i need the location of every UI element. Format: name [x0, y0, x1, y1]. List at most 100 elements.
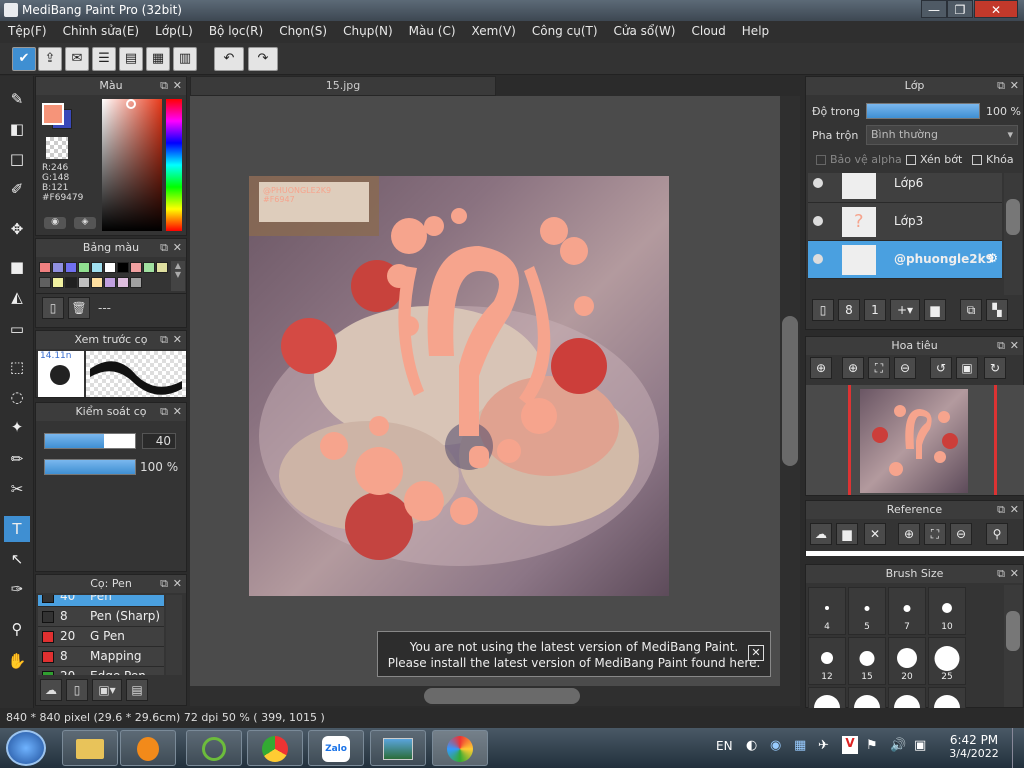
menu-edit[interactable]: Chỉnh sửa(E) — [55, 21, 148, 38]
network-offline-icon[interactable]: ▣ — [914, 738, 926, 753]
share-icon[interactable]: ⇪ — [38, 47, 62, 71]
hand-tool-icon[interactable]: ✋ — [4, 648, 30, 674]
palette-swatch[interactable] — [39, 277, 51, 288]
brush-size-option[interactable]: 4 — [808, 587, 846, 635]
brush-size-option[interactable]: 12 — [808, 637, 846, 685]
magic-wand-icon[interactable]: ✦ — [4, 414, 30, 440]
brush-size-option[interactable]: 7 — [888, 587, 926, 635]
palette-swatch[interactable] — [117, 262, 129, 273]
close-icon[interactable]: ✕ — [173, 77, 182, 95]
document-tab[interactable]: 15.jpg — [190, 76, 496, 96]
palette-swatch[interactable] — [65, 262, 77, 273]
photos-icon[interactable] — [370, 730, 426, 766]
ref-fit-icon[interactable]: ⛶ — [924, 523, 946, 545]
canvas-vertical-scrollbar[interactable] — [780, 96, 800, 688]
brush-item-pen-sharp[interactable]: 8 Pen (Sharp) — [38, 607, 164, 627]
palette-swatch[interactable] — [143, 262, 155, 273]
eraser-tool-icon[interactable]: ◧ — [4, 116, 30, 142]
canvas-horizontal-scrollbar[interactable] — [190, 686, 800, 706]
chrome-icon[interactable] — [247, 730, 303, 766]
popout-icon[interactable]: ⧉ — [160, 575, 168, 593]
brush-size-option[interactable] — [928, 687, 966, 709]
undo-button[interactable]: ↶ — [214, 47, 244, 71]
divide-tool-icon[interactable]: ✑ — [4, 576, 30, 602]
lasso-tool-icon[interactable]: ◌ — [4, 384, 30, 410]
popout-icon[interactable]: ⧉ — [160, 403, 168, 421]
menu-file[interactable]: Tệp(F) — [0, 21, 55, 38]
palette-swatch[interactable] — [91, 262, 103, 273]
operation-tool-icon[interactable]: ↖ — [4, 546, 30, 572]
fit-window-icon[interactable]: ⛶ — [868, 357, 890, 379]
rectangle-tool-icon[interactable]: ■ — [4, 254, 30, 280]
brush-settings-icon[interactable]: ▤ — [126, 679, 148, 701]
layout-icon[interactable]: ▦ — [146, 47, 170, 71]
palette-swatch[interactable] — [156, 262, 168, 273]
close-icon[interactable]: ✕ — [173, 403, 182, 421]
rotate-left-icon[interactable]: ↺ — [930, 357, 952, 379]
close-icon[interactable]: ✕ — [1010, 565, 1019, 583]
brush-size-option[interactable]: 20 — [888, 637, 926, 685]
brush-size-option[interactable]: 10 — [928, 587, 966, 635]
close-icon[interactable]: ✕ — [1010, 337, 1019, 355]
new-layer-icon[interactable]: ▯ — [812, 299, 834, 321]
clipping-checkbox[interactable] — [906, 155, 916, 165]
eye-icon[interactable] — [813, 178, 823, 188]
select-eraser-icon[interactable]: ✂ — [4, 476, 30, 502]
layer-list-scrollbar[interactable] — [1004, 173, 1022, 295]
menu-snap[interactable]: Chụp(N) — [335, 21, 401, 38]
speech-bubble-icon[interactable]: ☰ — [92, 47, 116, 71]
close-button[interactable]: ✕ — [974, 0, 1018, 18]
palette-swatch[interactable] — [104, 262, 116, 273]
popout-icon[interactable]: ⧉ — [997, 565, 1005, 583]
brush-size-option[interactable] — [808, 687, 846, 709]
ref-zoom-out-icon[interactable]: ⊖ — [950, 523, 972, 545]
popout-icon[interactable]: ⧉ — [997, 337, 1005, 355]
palette-swatch[interactable] — [130, 277, 142, 288]
cloud-upload-icon[interactable]: ☁ — [810, 523, 832, 545]
flag-tray-icon[interactable]: ⚑ — [866, 738, 878, 753]
brush-size-option[interactable] — [848, 687, 886, 709]
menu-tools[interactable]: Công cụ(T) — [524, 21, 606, 38]
rotate-right-icon[interactable]: ↻ — [984, 357, 1006, 379]
artwork-canvas[interactable]: @PHUONGLE2K9 #F6947 — [249, 176, 669, 596]
notice-close-button[interactable]: ✕ — [748, 645, 764, 661]
duplicate-layer-icon[interactable]: ⧉ — [960, 299, 982, 321]
brush-size-scrollbar[interactable] — [1004, 585, 1022, 707]
dot-tool-icon[interactable]: □ — [4, 146, 30, 172]
palette-swatch[interactable] — [78, 277, 90, 288]
layer-item-layer6[interactable]: Lớp6 — [808, 173, 1002, 203]
speaker-icon[interactable]: 🔊 — [890, 738, 906, 753]
eye-icon[interactable] — [813, 254, 823, 264]
gear-icon[interactable]: ⚙ — [987, 251, 998, 265]
text-tool-icon[interactable]: T — [4, 516, 30, 542]
popout-icon[interactable]: ⧉ — [997, 501, 1005, 519]
menu-color[interactable]: Màu (C) — [401, 21, 464, 38]
brush-size-slider[interactable] — [44, 433, 136, 449]
new-1bit-layer-icon[interactable]: 1 — [864, 299, 886, 321]
brush-size-option[interactable]: 25 — [928, 637, 966, 685]
document-icon[interactable]: ▤ — [119, 47, 143, 71]
cloud-brush-icon[interactable]: ☁ — [40, 679, 62, 701]
brush-tool-icon[interactable]: ✎ — [4, 86, 30, 112]
eyedropper-tool-icon[interactable]: ⚲ — [4, 616, 30, 642]
brush-opacity-slider[interactable] — [44, 459, 136, 475]
language-indicator[interactable]: EN — [716, 739, 733, 753]
antivirus-tray-icon[interactable]: V — [842, 736, 858, 754]
zalo-tray-icon[interactable]: ◉ — [770, 738, 781, 753]
file-explorer-icon[interactable] — [62, 730, 118, 766]
menu-cloud[interactable]: Cloud — [684, 21, 734, 38]
color-picker-cursor[interactable] — [126, 99, 136, 109]
color-wheel-icon[interactable]: ◉ — [44, 217, 66, 229]
close-icon[interactable]: ✕ — [1010, 501, 1019, 519]
hue-slider[interactable] — [166, 99, 182, 231]
network-tray-icon[interactable]: ▦ — [794, 738, 806, 753]
zoom-in-icon[interactable]: ⊕ — [842, 357, 864, 379]
select-pen-icon[interactable]: ✏ — [4, 446, 30, 472]
zoom-out-icon[interactable]: ⊖ — [894, 357, 916, 379]
close-icon[interactable]: ✕ — [173, 331, 182, 349]
cloud-check-icon[interactable]: ✔ — [12, 47, 36, 71]
lock-checkbox[interactable] — [972, 155, 982, 165]
palette-swatch[interactable] — [39, 262, 51, 273]
open-folder-icon[interactable]: ▆ — [836, 523, 858, 545]
maximize-button[interactable]: ❐ — [947, 0, 973, 18]
